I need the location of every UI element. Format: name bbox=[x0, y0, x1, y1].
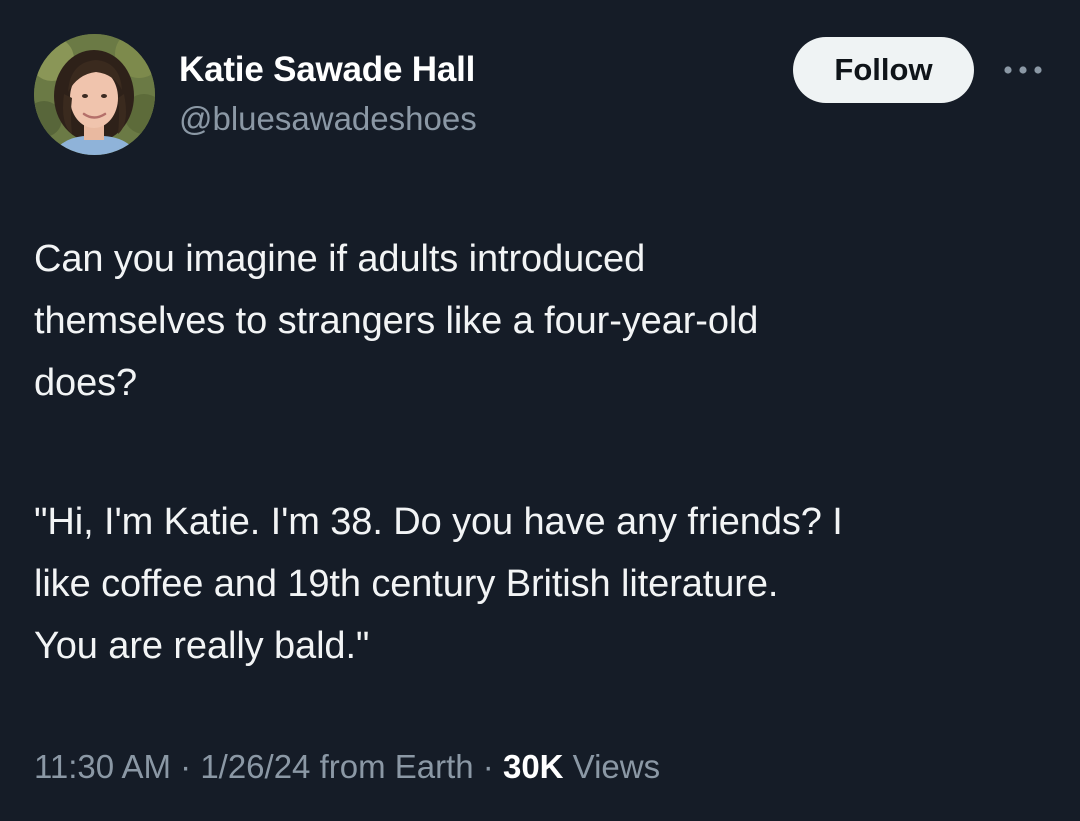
profile-photo-icon bbox=[34, 34, 155, 155]
avatar[interactable] bbox=[34, 34, 155, 155]
tweet-text-paragraph-1: Can you imagine if adults introduced the… bbox=[34, 228, 1044, 414]
tweet-card: Katie Sawade Hall @bluesawadeshoes Follo… bbox=[0, 0, 1080, 821]
tweet-text-line: themselves to strangers like a four-year… bbox=[34, 300, 759, 342]
tweet-text-paragraph-2: "Hi, I'm Katie. I'm 38. Do you have any … bbox=[34, 491, 1044, 677]
tweet-source: from Earth bbox=[310, 748, 474, 785]
views-label: Views bbox=[563, 748, 661, 785]
more-horizontal-icon bbox=[1004, 66, 1042, 74]
separator: · bbox=[170, 748, 201, 785]
tweet-text-line: Can you imagine if adults introduced bbox=[34, 238, 646, 280]
display-name[interactable]: Katie Sawade Hall bbox=[179, 50, 475, 90]
tweet-text-line: "Hi, I'm Katie. I'm 38. Do you have any … bbox=[34, 501, 843, 543]
views-count[interactable]: 30K bbox=[503, 748, 564, 785]
user-handle[interactable]: @bluesawadeshoes bbox=[179, 100, 477, 138]
tweet-text-line: does? bbox=[34, 362, 138, 404]
tweet-text-line: like coffee and 19th century British lit… bbox=[34, 563, 779, 605]
tweet-time[interactable]: 11:30 AM bbox=[34, 748, 171, 785]
tweet-text-line: You are really bald." bbox=[34, 625, 370, 667]
separator: · bbox=[473, 748, 503, 785]
more-options-button[interactable] bbox=[1000, 58, 1046, 82]
follow-button[interactable]: Follow bbox=[793, 37, 974, 103]
tweet-metadata: 11:30 AM · 1/26/24 from Earth · 30K View… bbox=[34, 748, 660, 786]
tweet-date[interactable]: 1/26/24 bbox=[200, 748, 310, 785]
